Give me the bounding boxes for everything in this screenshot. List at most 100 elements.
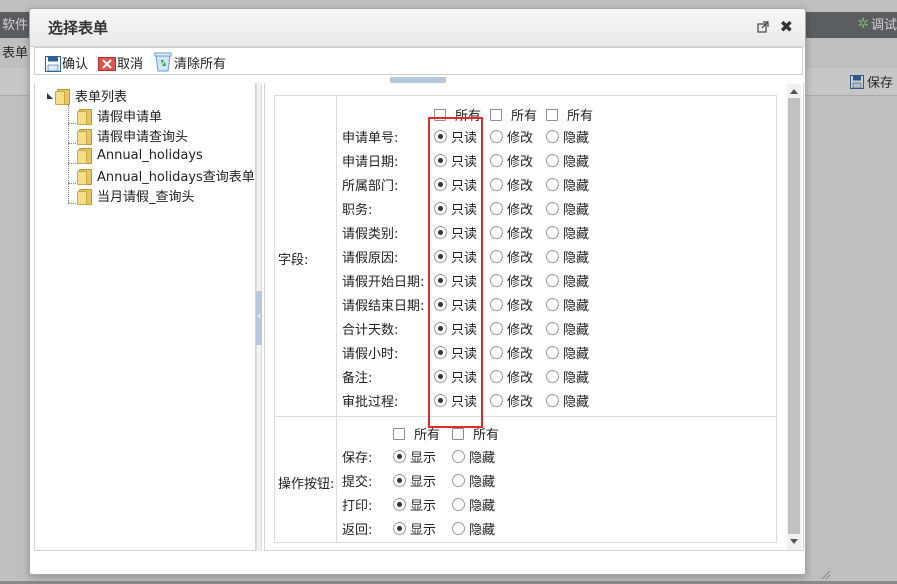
field-option-radio[interactable]: 隐藏 (546, 271, 589, 290)
select-all-button-hide-checkbox[interactable] (452, 427, 464, 440)
button-option-radio[interactable]: 隐藏 (452, 471, 495, 490)
select-all-hide-checkbox[interactable] (546, 108, 558, 121)
button-option-radio[interactable]: 隐藏 (452, 447, 495, 466)
field-option-radio[interactable]: 修改 (490, 367, 533, 386)
radio-label: 修改 (507, 131, 534, 146)
tree-item-label: Annual_holidays查询表单 (97, 170, 255, 185)
radio-button[interactable] (490, 346, 503, 359)
radio-label: 隐藏 (563, 323, 590, 338)
tree-item[interactable]: Annual_holidays (77, 146, 203, 164)
button-label: 提交: (342, 475, 373, 490)
tree-item[interactable]: 请假申请单 (77, 106, 162, 125)
recycle-bin-icon (154, 52, 172, 72)
tree-root[interactable]: 表单列表 (55, 86, 127, 105)
radio-button[interactable] (546, 274, 559, 287)
radio-button[interactable] (452, 498, 465, 511)
tree-item[interactable]: 当月请假_查询头 (77, 186, 195, 205)
tree-root-label: 表单列表 (75, 90, 128, 105)
scroll-thumb[interactable] (788, 98, 800, 534)
button-option-radio[interactable]: 隐藏 (452, 519, 495, 538)
radio-button[interactable] (490, 226, 503, 239)
field-option-radio[interactable]: 隐藏 (546, 151, 589, 170)
field-option-radio[interactable]: 修改 (490, 127, 533, 146)
field-option-radio[interactable]: 隐藏 (546, 223, 589, 242)
radio-button[interactable] (546, 298, 559, 311)
radio-button[interactable] (546, 370, 559, 383)
clear-all-button[interactable]: 清除所有 (153, 50, 226, 72)
field-option-radio[interactable]: 隐藏 (546, 391, 589, 410)
field-option-radio[interactable]: 修改 (490, 199, 533, 218)
cancel-button[interactable]: 取消 (98, 53, 143, 72)
field-option-radio[interactable]: 隐藏 (546, 175, 589, 194)
tree-item[interactable]: Annual_holidays查询表单 (77, 166, 255, 185)
field-option-radio[interactable]: 修改 (490, 223, 533, 242)
splitter-collapse-handle[interactable]: ‹ (256, 291, 262, 345)
select-all-modify-checkbox[interactable] (490, 108, 502, 121)
field-option-radio[interactable]: 隐藏 (546, 343, 589, 362)
radio-button[interactable] (546, 394, 559, 407)
field-option-radio[interactable]: 隐藏 (546, 319, 589, 338)
radio-button[interactable] (393, 450, 406, 463)
select-all-show-checkbox[interactable] (393, 427, 405, 440)
radio-button[interactable] (490, 154, 503, 167)
radio-button[interactable] (393, 522, 406, 535)
radio-button[interactable] (546, 130, 559, 143)
select-all-modify[interactable]: 所有 (490, 105, 537, 124)
resize-grip-icon[interactable] (819, 568, 831, 580)
scroll-down-icon[interactable] (790, 539, 798, 544)
field-option-radio[interactable]: 修改 (490, 343, 533, 362)
field-option-radio[interactable]: 隐藏 (546, 295, 589, 314)
radio-button[interactable] (490, 178, 503, 191)
radio-button[interactable] (490, 202, 503, 215)
radio-button[interactable] (490, 394, 503, 407)
radio-label: 修改 (507, 395, 534, 410)
radio-button[interactable] (452, 450, 465, 463)
radio-button[interactable] (452, 522, 465, 535)
field-option-radio[interactable]: 隐藏 (546, 199, 589, 218)
field-option-radio[interactable]: 修改 (490, 175, 533, 194)
select-all-hide[interactable]: 所有 (546, 105, 593, 124)
close-icon[interactable]: ✖ (780, 19, 793, 35)
radio-button[interactable] (490, 274, 503, 287)
field-label: 请假类别: (342, 227, 399, 242)
radio-button[interactable] (546, 226, 559, 239)
radio-button[interactable] (393, 498, 406, 511)
restore-icon[interactable] (757, 21, 769, 33)
field-label: 审批过程: (342, 395, 399, 410)
vertical-scrollbar[interactable] (787, 84, 801, 550)
radio-button[interactable] (452, 474, 465, 487)
field-option-radio[interactable]: 隐藏 (546, 247, 589, 266)
radio-button[interactable] (490, 370, 503, 383)
button-option-radio[interactable]: 显示 (393, 447, 436, 466)
field-option-radio[interactable]: 修改 (490, 319, 533, 338)
radio-button[interactable] (546, 250, 559, 263)
button-option-radio[interactable]: 显示 (393, 495, 436, 514)
field-option-radio[interactable]: 隐藏 (546, 367, 589, 386)
radio-button[interactable] (546, 178, 559, 191)
radio-button[interactable] (490, 250, 503, 263)
radio-button[interactable] (546, 346, 559, 359)
radio-button[interactable] (490, 298, 503, 311)
field-option-radio[interactable]: 修改 (490, 247, 533, 266)
scroll-up-icon[interactable] (790, 89, 798, 94)
radio-button[interactable] (546, 322, 559, 335)
field-option-radio[interactable]: 修改 (490, 391, 533, 410)
field-option-radio[interactable]: 修改 (490, 151, 533, 170)
radio-button[interactable] (490, 322, 503, 335)
radio-button[interactable] (546, 202, 559, 215)
button-option-radio[interactable]: 显示 (393, 471, 436, 490)
collapse-tree-icon[interactable] (43, 92, 55, 100)
field-option-radio[interactable]: 修改 (490, 271, 533, 290)
confirm-button[interactable]: 确认 (45, 53, 88, 72)
radio-button[interactable] (490, 130, 503, 143)
radio-button[interactable] (546, 154, 559, 167)
dialog-titlebar[interactable]: 选择表单 ✖ (30, 9, 805, 47)
field-option-radio[interactable]: 修改 (490, 295, 533, 314)
button-option-radio[interactable]: 隐藏 (452, 495, 495, 514)
button-label: 打印: (342, 499, 373, 514)
radio-button[interactable] (393, 474, 406, 487)
folder-icon (77, 127, 93, 145)
button-option-radio[interactable]: 显示 (393, 519, 436, 538)
field-option-radio[interactable]: 隐藏 (546, 127, 589, 146)
tree-item[interactable]: 请假申请查询头 (77, 126, 188, 145)
